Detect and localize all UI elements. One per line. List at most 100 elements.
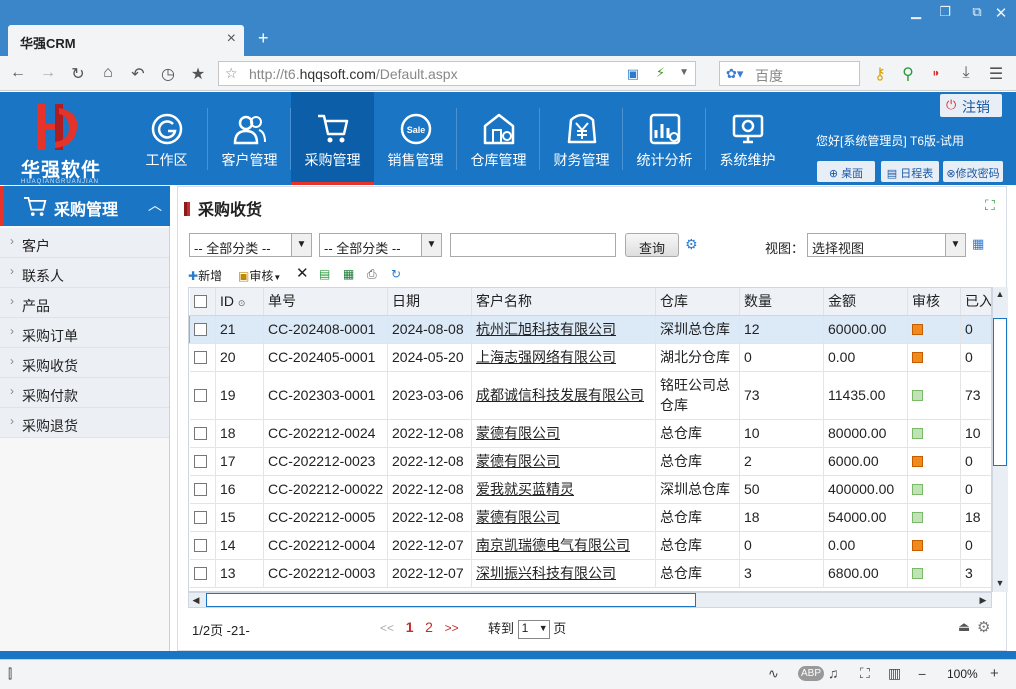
customer-link[interactable]: 爱我就买蓝精灵	[476, 481, 574, 497]
speed-mode-icon[interactable]: ⚡	[656, 65, 665, 81]
sidebar-item-purchase-payment[interactable]: › 采购付款	[0, 378, 169, 408]
row-checkbox[interactable]	[193, 389, 207, 402]
next-page-link[interactable]: >>	[445, 621, 459, 635]
zoom-level[interactable]: 100%	[947, 667, 978, 681]
delete-icon[interactable]: ✕	[296, 264, 309, 282]
checkbox[interactable]	[193, 295, 207, 309]
horizontal-scroll-thumb[interactable]	[206, 593, 696, 607]
close-window-button[interactable]: ✕	[990, 4, 1012, 22]
nav-statistics[interactable]: 统计分析	[623, 92, 706, 185]
row-checkbox[interactable]	[193, 351, 207, 364]
volume-icon[interactable]: ♫	[828, 665, 839, 681]
row-checkbox-cell[interactable]	[189, 447, 216, 476]
performance-icon[interactable]: ∿	[768, 666, 779, 682]
col-header-date[interactable]: 日期	[387, 288, 472, 316]
table-row[interactable]: 14 CC-202212-0004 2022-12-07 南京凯瑞德电气有限公司 总仓库…	[189, 531, 991, 560]
sidebar-item-purchase-receipt[interactable]: › 采购收货	[0, 348, 169, 378]
row-checkbox[interactable]	[193, 427, 207, 440]
category-select-2[interactable]: -- 全部分类 -- ▼	[319, 233, 442, 257]
gear-icon[interactable]: ⚙	[977, 618, 990, 636]
export-icon[interactable]: ⏏	[958, 619, 970, 635]
sidebar-item-contact[interactable]: › 联系人	[0, 258, 169, 288]
nav-purchase[interactable]: 采购管理	[291, 92, 374, 185]
change-password-button[interactable]: ⊗修改密码	[943, 161, 1003, 182]
logout-button[interactable]: ⏻ 注销	[940, 94, 1002, 117]
customer-link[interactable]: 成都诚信科技发展有限公司	[476, 387, 644, 403]
row-checkbox-cell[interactable]	[189, 371, 216, 420]
nav-customer[interactable]: 客户管理	[208, 92, 291, 185]
menu-icon[interactable]: ☰	[986, 64, 1006, 84]
col-header-no[interactable]: 单号	[263, 288, 388, 316]
row-checkbox[interactable]	[193, 511, 207, 524]
customer-link[interactable]: 蒙德有限公司	[476, 453, 560, 469]
scroll-up-icon[interactable]: ▲	[993, 289, 1007, 299]
customer-link[interactable]: 上海志强网络有限公司	[476, 349, 616, 365]
keyword-input[interactable]	[450, 233, 616, 257]
col-header-amount[interactable]: 金额	[823, 288, 908, 316]
search-input[interactable]: ✿▾ 百度	[719, 61, 860, 86]
scroll-down-icon[interactable]: ▼	[993, 578, 1007, 588]
browser-tab[interactable]: 华强CRM ×	[8, 25, 244, 56]
sidebar-header[interactable]: 采购管理 ︿	[0, 186, 170, 226]
history-icon[interactable]: ◷	[158, 64, 178, 84]
customer-link[interactable]: 蒙德有限公司	[476, 425, 560, 441]
bookmark-star-icon[interactable]: ☆	[225, 65, 238, 82]
row-checkbox[interactable]	[193, 455, 207, 468]
customer-link[interactable]: 蒙德有限公司	[476, 509, 560, 525]
table-row[interactable]: 20 CC-202405-0001 2024-05-20 上海志强网络有限公司 湖北分仓…	[189, 343, 991, 372]
customer-link[interactable]: 南京凯瑞德电气有限公司	[476, 537, 630, 553]
page-link-1[interactable]: 1	[406, 619, 414, 635]
download-icon[interactable]: ⤓	[956, 64, 976, 82]
close-tab-icon[interactable]: ×	[227, 30, 236, 48]
advanced-search-icon[interactable]: ⚙	[685, 236, 698, 253]
col-header-customer[interactable]: 客户名称	[471, 288, 656, 316]
col-header-id[interactable]: ID ⊙	[215, 288, 264, 316]
scroll-right-icon[interactable]: ▶	[976, 595, 990, 606]
new-button[interactable]: ✚新增	[188, 267, 222, 284]
page-select[interactable]: 1 ▼	[517, 620, 550, 640]
url-dropdown-icon[interactable]: ▼	[679, 67, 689, 78]
view-select[interactable]: 选择视图 ▼	[807, 233, 966, 257]
zoom-in-icon[interactable]: +	[990, 665, 999, 682]
new-tab-button[interactable]: +	[258, 28, 269, 49]
back-icon[interactable]: ←	[8, 64, 28, 82]
row-checkbox-cell[interactable]	[189, 503, 216, 532]
row-checkbox-cell[interactable]	[189, 419, 216, 448]
select-all-checkbox[interactable]	[189, 288, 216, 316]
sidebar-toggle-icon[interactable]: ⫿	[8, 666, 12, 682]
row-checkbox[interactable]	[193, 567, 207, 580]
reload-icon[interactable]: ↻	[68, 64, 88, 84]
sidebar-item-product[interactable]: › 产品	[0, 288, 169, 318]
table-row[interactable]: 17 CC-202212-0023 2022-12-08 蒙德有限公司 总仓库 2 6000…	[189, 447, 991, 476]
sidebar-item-purchase-return[interactable]: › 采购退货	[0, 408, 169, 438]
row-checkbox-cell[interactable]	[189, 531, 216, 560]
zoom-out-icon[interactable]: −	[918, 666, 926, 682]
import-icon[interactable]: ▤	[319, 267, 330, 281]
row-checkbox[interactable]	[194, 323, 207, 336]
nav-sales[interactable]: Sale 销售管理	[374, 92, 457, 185]
split-view-icon[interactable]: ▥	[888, 665, 901, 682]
favorite-icon[interactable]: ★	[188, 64, 208, 84]
row-checkbox[interactable]	[193, 483, 207, 496]
category-select-1[interactable]: -- 全部分类 -- ▼	[189, 233, 312, 257]
print-icon[interactable]: ⎙	[367, 267, 377, 282]
maximize-button[interactable]: ❐	[934, 4, 956, 20]
query-button[interactable]: 查询	[625, 233, 679, 257]
col-header-received[interactable]: 已入	[960, 288, 991, 316]
table-row[interactable]: 18 CC-202212-0024 2022-12-08 蒙德有限公司 总仓库 10 800…	[189, 419, 991, 448]
audit-button[interactable]: ▣审核▼	[238, 267, 281, 284]
nav-system[interactable]: 系统维护	[706, 92, 789, 185]
table-row[interactable]: 21 CC-202408-0001 2024-08-08 杭州汇旭科技有限公司 深圳总仓…	[189, 315, 991, 344]
row-checkbox-cell[interactable]	[189, 315, 216, 344]
key-icon[interactable]: ⚷	[870, 64, 890, 84]
row-checkbox[interactable]	[193, 539, 207, 552]
sort-icon[interactable]: ⊙	[238, 298, 246, 308]
row-checkbox-cell[interactable]	[189, 475, 216, 504]
col-header-audit[interactable]: 审核	[907, 288, 961, 316]
fullscreen-icon[interactable]: ⛶	[860, 665, 870, 682]
collapse-icon[interactable]: ︿	[148, 195, 162, 215]
desktop-button[interactable]: ⊕ 桌面	[817, 161, 875, 182]
extension-icon[interactable]: ⁍	[926, 64, 946, 84]
adblock-icon[interactable]: ABP	[798, 666, 825, 681]
scroll-left-icon[interactable]: ◀	[189, 595, 203, 606]
